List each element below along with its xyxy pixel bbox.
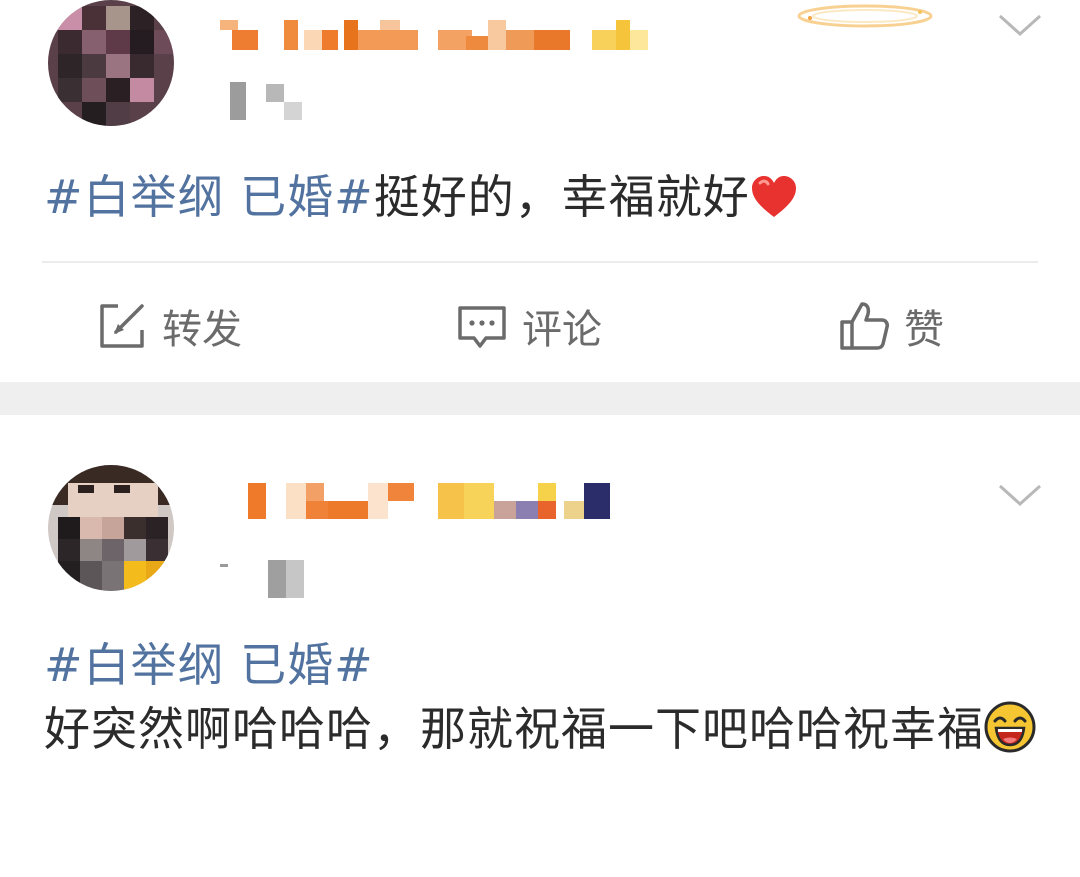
username[interactable] bbox=[248, 483, 618, 519]
timestamp bbox=[230, 82, 310, 120]
chevron-down-icon[interactable] bbox=[996, 10, 1044, 40]
heart-icon bbox=[751, 176, 796, 217]
topic-link[interactable]: #白举纲 已婚# bbox=[44, 633, 1044, 697]
decoration-badge bbox=[797, 4, 933, 28]
repost-icon bbox=[100, 304, 144, 348]
feed-separator bbox=[0, 382, 1080, 415]
chevron-down-icon[interactable] bbox=[996, 480, 1044, 510]
like-label: 赞 bbox=[904, 307, 944, 353]
divider bbox=[42, 261, 1038, 263]
comment-label: 评论 bbox=[522, 307, 602, 353]
laughing-face-icon bbox=[984, 701, 1036, 753]
timestamp bbox=[220, 560, 320, 598]
repost-button[interactable]: 转发 bbox=[96, 282, 242, 370]
like-button[interactable]: 赞 bbox=[838, 282, 944, 370]
comment-icon bbox=[458, 306, 506, 348]
post-text: #白举纲 已婚#挺好的，幸福就好 bbox=[44, 165, 1044, 229]
avatar[interactable] bbox=[48, 0, 174, 126]
topic-link[interactable]: #白举纲 已婚# bbox=[44, 170, 374, 224]
post-text: #白举纲 已婚# 好突然啊哈哈哈，那就祝福一下吧哈哈祝幸福 bbox=[44, 633, 1044, 761]
feed-post: #白举纲 已婚#挺好的，幸福就好 转发 评论 赞 bbox=[0, 0, 1080, 382]
avatar[interactable] bbox=[48, 465, 174, 591]
action-bar: 转发 评论 赞 bbox=[0, 282, 1080, 370]
feed-post: #白举纲 已婚# 好突然啊哈哈哈，那就祝福一下吧哈哈祝幸福 bbox=[0, 415, 1080, 877]
post-body: 好突然啊哈哈哈，那就祝福一下吧哈哈祝幸福 bbox=[44, 702, 984, 756]
thumbs-up-icon bbox=[840, 302, 889, 350]
username[interactable] bbox=[220, 20, 660, 50]
post-body: 挺好的，幸福就好 bbox=[373, 170, 750, 224]
comment-button[interactable]: 评论 bbox=[456, 282, 602, 370]
repost-label: 转发 bbox=[162, 307, 242, 353]
